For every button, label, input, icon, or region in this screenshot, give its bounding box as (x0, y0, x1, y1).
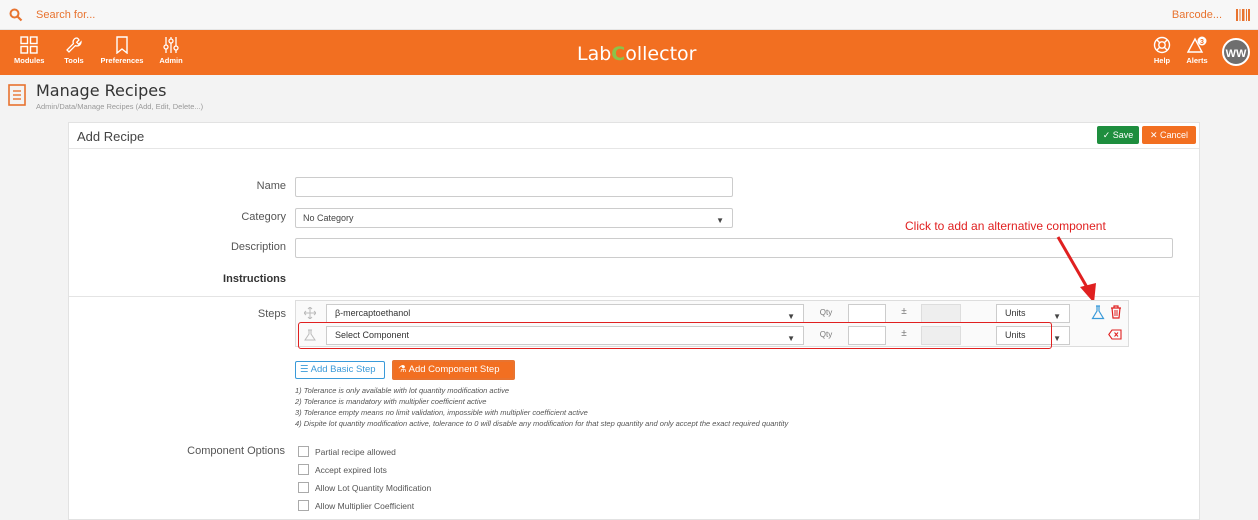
tolerance-notes: 1) Tolerance is only available with lot … (295, 385, 788, 429)
cancel-button[interactable]: ✕ Cancel (1142, 126, 1196, 144)
barcode-icon[interactable] (1236, 9, 1250, 21)
category-label: Category (241, 211, 286, 223)
chevron-down-icon: ▼ (1053, 334, 1061, 343)
checkbox[interactable] (298, 500, 309, 511)
card-header: Add Recipe ✓ Save ✕ Cancel (69, 123, 1199, 149)
tolerance-label: ± (901, 306, 907, 317)
note-line: 2) Tolerance is mandatory with multiplie… (295, 397, 487, 406)
bookmark-icon (116, 36, 128, 54)
card-title: Add Recipe (77, 129, 145, 144)
component-options-label: Component Options (187, 445, 285, 457)
page-title: Manage Recipes (36, 81, 167, 100)
search-icon[interactable] (9, 8, 23, 22)
category-value: No Category (303, 213, 354, 223)
option-label: Accept expired lots (315, 465, 387, 475)
highlight-frame (298, 322, 1052, 349)
nav-admin-label: Admin (159, 56, 183, 65)
category-select[interactable]: No Category ▼ (295, 208, 733, 228)
component-select[interactable]: β-mercaptoethanol ▼ (326, 304, 804, 323)
recipe-book-icon (8, 84, 26, 106)
flask-add-alternative-icon[interactable] (1091, 305, 1105, 320)
nav-help-label: Help (1153, 56, 1171, 65)
svg-text:3: 3 (1200, 39, 1204, 46)
name-field[interactable] (295, 177, 733, 197)
description-label: Description (230, 241, 286, 253)
step-row: β-mercaptoethanol ▼ Qty ± Units ▼ (296, 302, 1130, 324)
backspace-remove-icon[interactable] (1108, 329, 1122, 340)
option-label: Allow Multiplier Coefficient (315, 501, 415, 511)
user-avatar[interactable]: WW (1222, 38, 1250, 66)
search-bar: Search for... Barcode... (0, 0, 1258, 30)
nav-help[interactable]: Help (1150, 30, 1174, 75)
nav-modules[interactable]: Modules (14, 30, 44, 75)
qty-input[interactable] (848, 304, 886, 323)
nav-modules-label: Modules (14, 56, 45, 65)
steps-label: Steps (257, 308, 286, 320)
nav-alerts-label: Alerts (1186, 56, 1208, 65)
nav-preferences[interactable]: Preferences (96, 30, 148, 75)
add-basic-step-button[interactable]: ☰ Add Basic Step (295, 361, 385, 379)
annotation-text: Click to add an alternative component (905, 219, 1106, 233)
nav-alerts[interactable]: 3 Alerts (1182, 30, 1212, 75)
grid-icon (20, 36, 38, 54)
bell-alert-icon: 3 (1186, 36, 1207, 53)
lifebuoy-icon (1153, 36, 1171, 54)
tolerance-input[interactable] (921, 304, 961, 323)
option-label: Partial recipe allowed (315, 447, 396, 457)
checkbox[interactable] (298, 464, 309, 475)
breadcrumb: Admin/Data/Manage Recipes (Add, Edit, De… (36, 102, 204, 111)
units-select[interactable]: Units ▼ (996, 304, 1070, 323)
sliders-icon (163, 37, 179, 53)
description-field[interactable] (295, 238, 1173, 258)
units-value: Units (1005, 308, 1026, 318)
wrench-icon (66, 37, 82, 53)
trash-icon[interactable] (1110, 305, 1122, 319)
qty-label: Qty (819, 308, 833, 317)
nav-tools-label: Tools (64, 56, 84, 65)
top-navbar: Modules Tools Preferences Admin LabColle… (0, 30, 1258, 75)
barcode-input[interactable]: Barcode... (1172, 9, 1222, 21)
checkbox[interactable] (298, 446, 309, 457)
annotation-arrow (1056, 236, 1096, 303)
labcollector-logo: LabCollector (577, 43, 697, 65)
search-input[interactable]: Search for... (36, 9, 95, 21)
save-button[interactable]: ✓ Save (1097, 126, 1139, 144)
nav-tools[interactable]: Tools (60, 30, 88, 75)
checkbox[interactable] (298, 482, 309, 493)
instructions-label: Instructions (223, 273, 286, 285)
component-value: β-mercaptoethanol (335, 308, 411, 318)
option-label: Allow Lot Quantity Modification (315, 483, 432, 493)
move-handle-icon[interactable] (304, 307, 316, 319)
add-component-step-button[interactable]: ⚗ Add Component Step (392, 360, 515, 380)
chevron-down-icon: ▼ (716, 216, 724, 225)
note-line: 4) Dispite lot quantity modification act… (295, 419, 789, 428)
nav-admin[interactable]: Admin (156, 30, 186, 75)
nav-preferences-label: Preferences (100, 56, 144, 65)
chevron-down-icon: ▼ (1053, 312, 1061, 321)
name-label: Name (256, 180, 286, 192)
note-line: 1) Tolerance is only available with lot … (295, 386, 510, 395)
note-line: 3) Tolerance empty means no limit valida… (295, 408, 588, 417)
divider (69, 296, 1199, 297)
add-recipe-card: Add Recipe ✓ Save ✕ Cancel Name Category… (68, 122, 1200, 520)
